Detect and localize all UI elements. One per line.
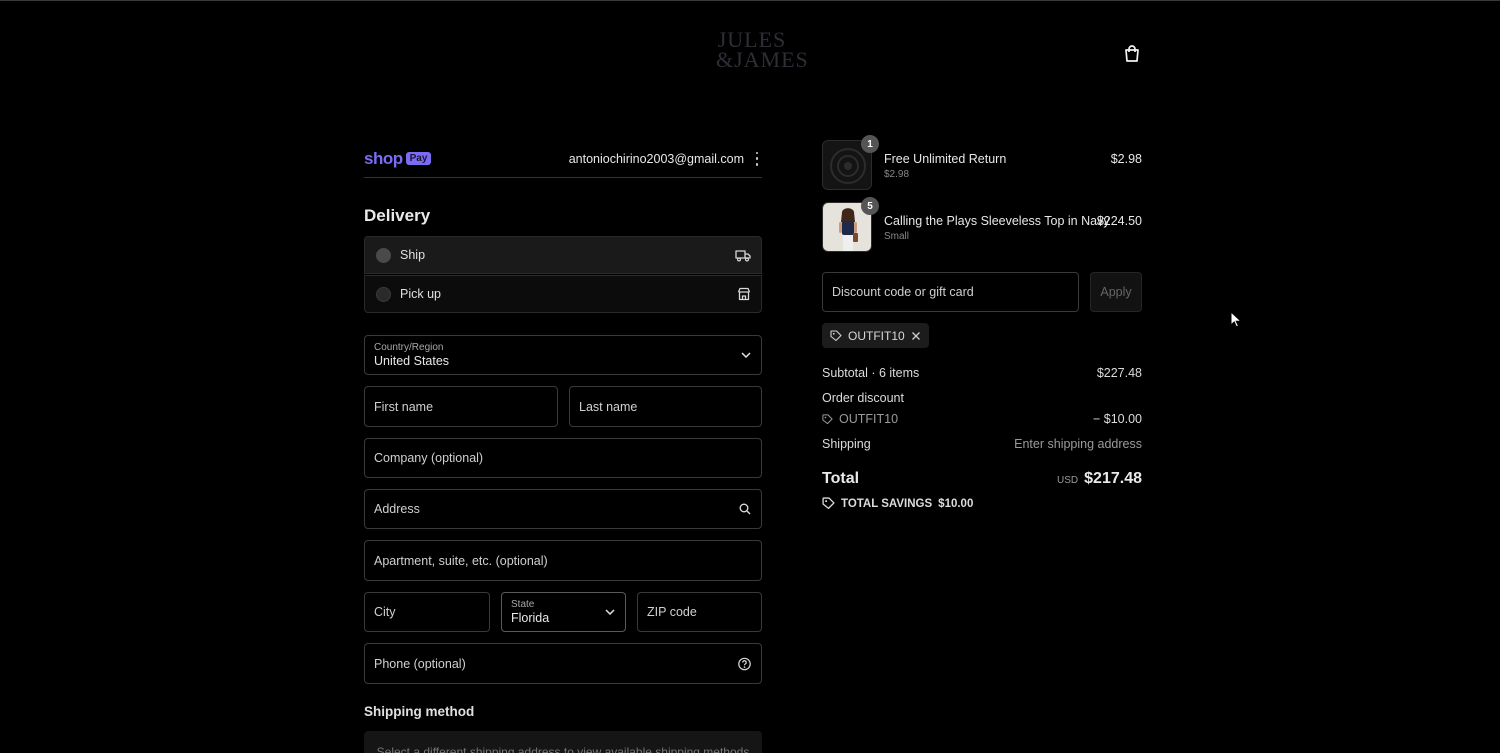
- city-placeholder: City: [374, 605, 396, 619]
- item-price: $224.50: [1096, 214, 1142, 228]
- top-border: [0, 0, 1500, 1]
- state-select[interactable]: State Florida: [501, 592, 626, 632]
- applied-code: OUTFIT10: [848, 328, 905, 343]
- item-price: $2.98: [1110, 152, 1142, 166]
- applied-discount-chip: OUTFIT10: [822, 323, 929, 348]
- subtotal-label: Subtotal · 6 items: [822, 366, 920, 380]
- phone-field[interactable]: Phone (optional): [364, 643, 762, 684]
- subtotal-value: $227.48: [1096, 366, 1142, 380]
- remove-discount-button[interactable]: [911, 331, 921, 341]
- apply-button[interactable]: Apply: [1090, 272, 1142, 312]
- store-logo[interactable]: JULES &JAMES: [716, 29, 809, 78]
- savings-value: $10.00: [938, 497, 974, 510]
- shipping-label: Shipping: [822, 437, 871, 451]
- discount-placeholder: Discount code or gift card: [832, 285, 974, 299]
- truck-icon: [735, 249, 751, 262]
- discount-code-label: OUTFIT10: [839, 412, 899, 426]
- account-email: antoniochirino2003@gmail.com: [568, 151, 744, 166]
- total-label: Total: [822, 470, 860, 487]
- store-icon: [737, 287, 751, 301]
- tag-icon: [830, 329, 842, 341]
- shipping-row: Shipping Enter shipping address: [822, 437, 1142, 451]
- discount-value: − $10.00: [1092, 412, 1142, 426]
- total-row: Total USD $217.48: [822, 470, 1142, 488]
- more-options-icon[interactable]: [752, 151, 762, 166]
- shipping-value: Enter shipping address: [1014, 437, 1142, 451]
- cart-button[interactable]: [1120, 42, 1144, 66]
- last-name-field[interactable]: Last name: [569, 386, 762, 427]
- delivery-heading: Delivery: [364, 206, 431, 225]
- tag-icon: [822, 497, 835, 510]
- discount-code-input[interactable]: Discount code or gift card: [822, 272, 1079, 312]
- ship-radio[interactable]: [376, 247, 391, 263]
- zip-field[interactable]: ZIP code: [637, 592, 762, 632]
- quantity-badge: 5: [861, 197, 879, 215]
- city-field[interactable]: City: [364, 592, 490, 632]
- order-discount-label: Order discount: [822, 391, 904, 405]
- savings-label: TOTAL SAVINGS: [841, 497, 933, 510]
- pickup-label: Pick up: [400, 287, 441, 301]
- order-discount-row: Order discount: [822, 391, 1142, 405]
- apartment-field[interactable]: Apartment, suite, etc. (optional): [364, 540, 762, 581]
- subtotal-row: Subtotal · 6 items $227.48: [822, 366, 1142, 380]
- item-variant: $2.98: [884, 169, 910, 180]
- shop-pay-header: shop Pay antoniochirino2003@gmail.com: [364, 140, 762, 178]
- quantity-badge: 1: [861, 135, 879, 153]
- pickup-radio[interactable]: [376, 286, 391, 302]
- tag-icon: [822, 413, 833, 424]
- logo-line-2: &JAMES: [716, 47, 809, 72]
- state-label: State: [511, 599, 535, 610]
- total-savings: TOTAL SAVINGS $10.00: [822, 497, 973, 510]
- discount-code-row: OUTFIT10 − $10.00: [822, 412, 1142, 426]
- address-placeholder: Address: [374, 502, 420, 516]
- last-name-placeholder: Last name: [579, 399, 638, 414]
- country-value: United States: [374, 354, 450, 368]
- shipping-method-heading: Shipping method: [364, 704, 475, 719]
- close-icon: [911, 331, 920, 340]
- shop-pay-logo[interactable]: shop Pay: [364, 148, 432, 169]
- line-item: 1 Free Unlimited Return $2.98 $2.98: [822, 135, 1142, 192]
- shipping-method-message: Select a different shipping address to v…: [376, 745, 750, 753]
- shipping-method-notice: Select a different shipping address to v…: [364, 731, 762, 753]
- country-label: Country/Region: [374, 342, 444, 353]
- shopping-bag-icon: [1125, 45, 1139, 62]
- chevron-down-icon: [741, 352, 751, 358]
- item-name: Free Unlimited Return: [884, 152, 1007, 166]
- chevron-down-icon: [605, 609, 615, 615]
- delivery-option-pickup[interactable]: Pick up: [364, 275, 762, 313]
- company-placeholder: Company (optional): [374, 451, 484, 465]
- ship-label: Ship: [400, 248, 426, 262]
- first-name-field[interactable]: First name: [364, 386, 558, 427]
- line-item: 5 Calling the Plays Sleeveless Top in Na…: [822, 197, 1142, 254]
- apartment-placeholder: Apartment, suite, etc. (optional): [374, 553, 548, 568]
- currency-code: USD: [1057, 475, 1079, 486]
- account-menu[interactable]: antoniochirino2003@gmail.com: [568, 151, 762, 166]
- state-value: Florida: [511, 611, 550, 625]
- delivery-option-ship[interactable]: Ship: [364, 236, 762, 274]
- total-value: $217.48: [1084, 470, 1142, 487]
- address-field[interactable]: Address: [364, 489, 762, 529]
- mouse-cursor-icon: [1230, 311, 1242, 328]
- item-name: Calling the Plays Sleeveless Top in Navy: [884, 214, 1110, 228]
- item-variant: Small: [884, 231, 910, 242]
- help-icon[interactable]: [738, 657, 751, 670]
- zip-placeholder: ZIP code: [647, 605, 697, 619]
- shop-pay-word: shop: [364, 148, 403, 168]
- checkout-form: shop Pay antoniochirino2003@gmail.com De…: [364, 140, 762, 753]
- phone-placeholder: Phone (optional): [374, 656, 466, 671]
- first-name-placeholder: First name: [374, 399, 434, 414]
- company-field[interactable]: Company (optional): [364, 438, 762, 478]
- shop-pay-badge: Pay: [405, 152, 432, 165]
- search-icon[interactable]: [739, 503, 751, 515]
- country-select[interactable]: Country/Region United States: [364, 335, 762, 375]
